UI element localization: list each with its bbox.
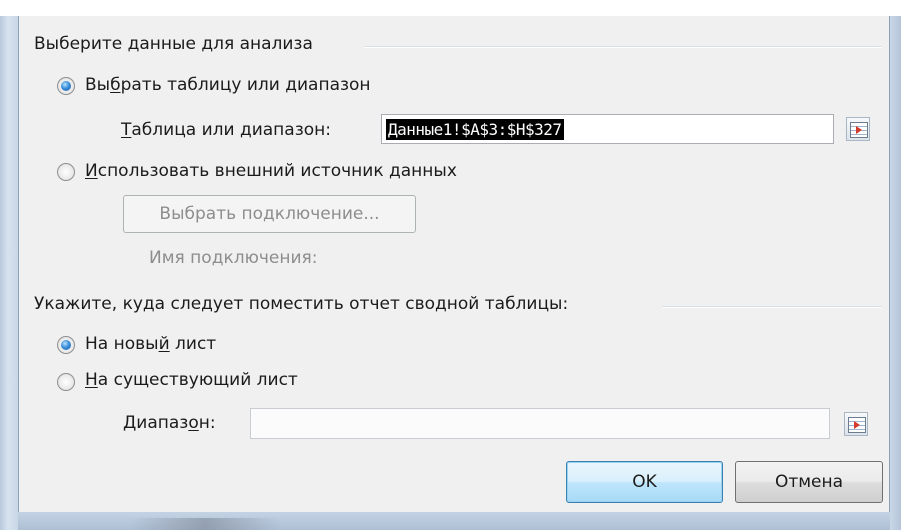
group-title-destination: Укажите, куда следует поместить отчет св… (34, 294, 569, 314)
connection-name-label: Имя подключения: (149, 248, 318, 268)
background-window-strip (0, 0, 901, 16)
radio-external-source[interactable] (57, 163, 75, 181)
window-frame-left (0, 16, 18, 530)
radio-new-sheet[interactable] (57, 336, 75, 354)
radio-select-table-label[interactable]: Выбрать таблицу или диапазон (85, 75, 371, 95)
destination-picker-button[interactable] (844, 412, 868, 436)
group-title-choose-data: Выберите данные для анализа (34, 34, 313, 54)
table-range-label: Таблица или диапазон: (121, 120, 331, 140)
cancel-button[interactable]: Отмена (735, 461, 883, 503)
radio-external-source-label[interactable]: Использовать внешний источник данных (85, 161, 457, 181)
radio-select-table[interactable] (57, 77, 75, 95)
radio-new-sheet-label[interactable]: На новый лист (85, 334, 216, 354)
table-range-input[interactable]: Данные1!$A$3:$H$327 (381, 114, 834, 144)
destination-range-input[interactable] (250, 408, 830, 439)
radio-existing-sheet-label[interactable]: На существующий лист (85, 370, 298, 390)
radio-existing-sheet[interactable] (57, 373, 75, 391)
group-divider (364, 46, 882, 48)
group-divider (662, 306, 882, 308)
window-frame-right (890, 16, 901, 530)
choose-connection-button[interactable]: Выбрать подключение... (123, 195, 416, 233)
ok-button[interactable]: OK (566, 461, 723, 503)
range-picker-button[interactable] (846, 117, 870, 141)
table-range-value: Данные1!$A$3:$H$327 (386, 119, 564, 140)
window-frame-shadow (130, 518, 280, 530)
destination-range-label: Диапазон: (123, 413, 216, 433)
